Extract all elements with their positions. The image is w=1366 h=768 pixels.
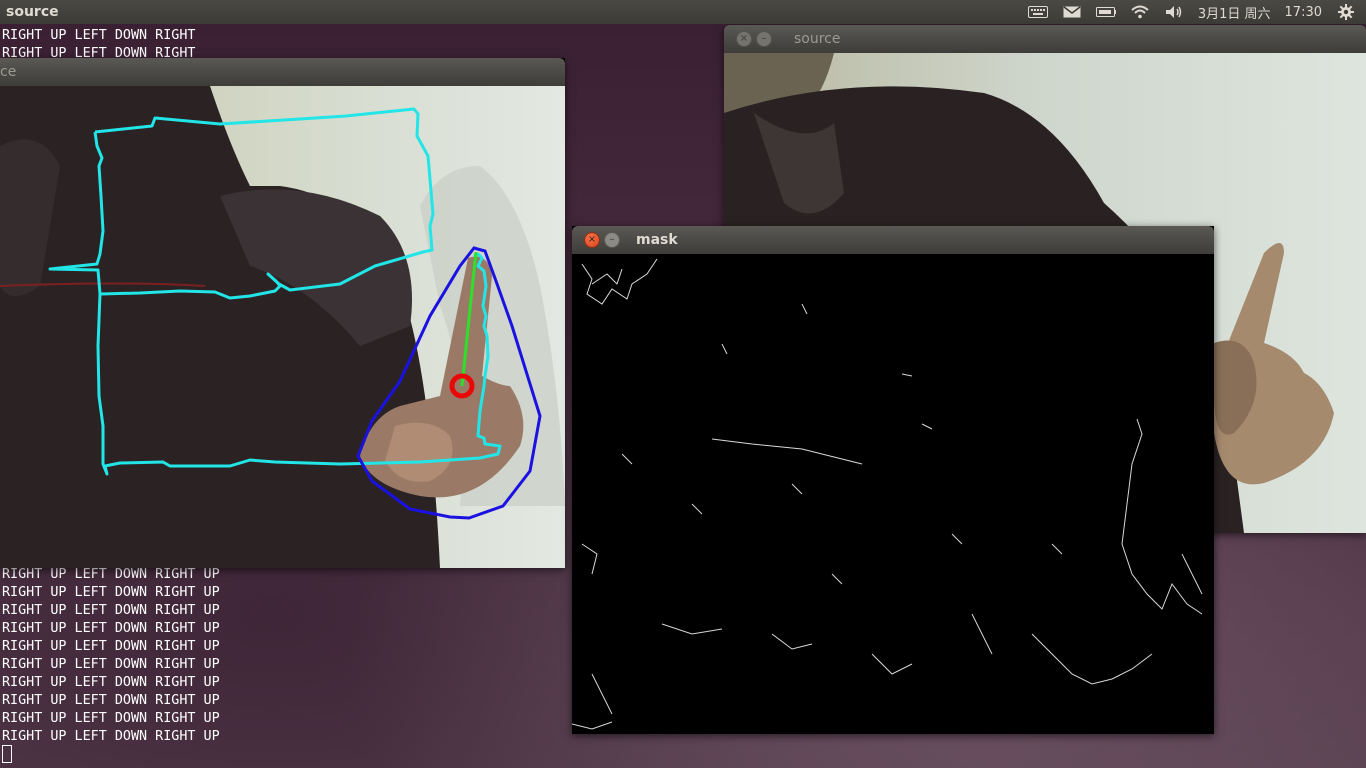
mask-window[interactable]: × – mask (572, 226, 1214, 734)
terminal-line: RIGHT UP LEFT DOWN RIGHT UP (2, 675, 220, 690)
date-label[interactable]: 3月1日 周六 (1198, 3, 1271, 22)
mask-frame (572, 254, 1214, 734)
terminal-line: RIGHT UP LEFT DOWN RIGHT (2, 28, 196, 43)
mail-icon[interactable] (1062, 4, 1082, 20)
terminal-line: RIGHT UP LEFT DOWN RIGHT UP (2, 567, 220, 582)
terminal-line: RIGHT UP LEFT DOWN RIGHT UP (2, 621, 220, 636)
battery-icon[interactable] (1095, 4, 1116, 20)
source-window-left[interactable]: ce (0, 58, 565, 568)
close-icon[interactable]: × (736, 31, 752, 47)
source-window-right-titlebar[interactable]: × – source (724, 25, 1366, 53)
mask-window-titlebar[interactable]: × – mask (572, 226, 1214, 254)
top-panel: source 3月1日 周六 17:30 (0, 0, 1366, 24)
active-app-title: source (6, 4, 59, 20)
wifi-icon[interactable] (1130, 4, 1150, 20)
terminal-line: RIGHT UP LEFT DOWN RIGHT UP (2, 693, 220, 708)
minimize-icon[interactable]: – (756, 31, 772, 47)
source-window-left-titlebar[interactable]: ce (0, 58, 565, 86)
window-title: ce (0, 64, 17, 80)
terminal-line: RIGHT UP LEFT DOWN RIGHT UP (2, 603, 220, 618)
close-icon[interactable]: × (584, 232, 600, 248)
terminal-cursor (2, 745, 12, 763)
terminal-line: RIGHT UP LEFT DOWN RIGHT UP (2, 639, 220, 654)
minimize-icon[interactable]: – (604, 232, 620, 248)
system-tray: 3月1日 周六 17:30 (1027, 3, 1356, 22)
window-title: mask (636, 232, 678, 248)
keyboard-icon[interactable] (1027, 4, 1048, 20)
terminal-line: RIGHT UP LEFT DOWN RIGHT UP (2, 729, 220, 744)
volume-icon[interactable] (1164, 4, 1184, 20)
clock-label[interactable]: 17:30 (1285, 5, 1322, 20)
terminal-line: RIGHT UP LEFT DOWN RIGHT UP (2, 585, 220, 600)
minimize-glyph: – (609, 234, 615, 245)
terminal-line: RIGHT UP LEFT DOWN RIGHT UP (2, 657, 220, 672)
window-title: source (794, 31, 841, 47)
terminal-line: RIGHT UP LEFT DOWN RIGHT UP (2, 711, 220, 726)
gear-icon[interactable] (1336, 4, 1356, 20)
camera-frame-left (0, 86, 565, 568)
close-glyph: × (739, 33, 749, 44)
close-glyph: × (587, 234, 597, 245)
minimize-glyph: – (761, 33, 767, 44)
